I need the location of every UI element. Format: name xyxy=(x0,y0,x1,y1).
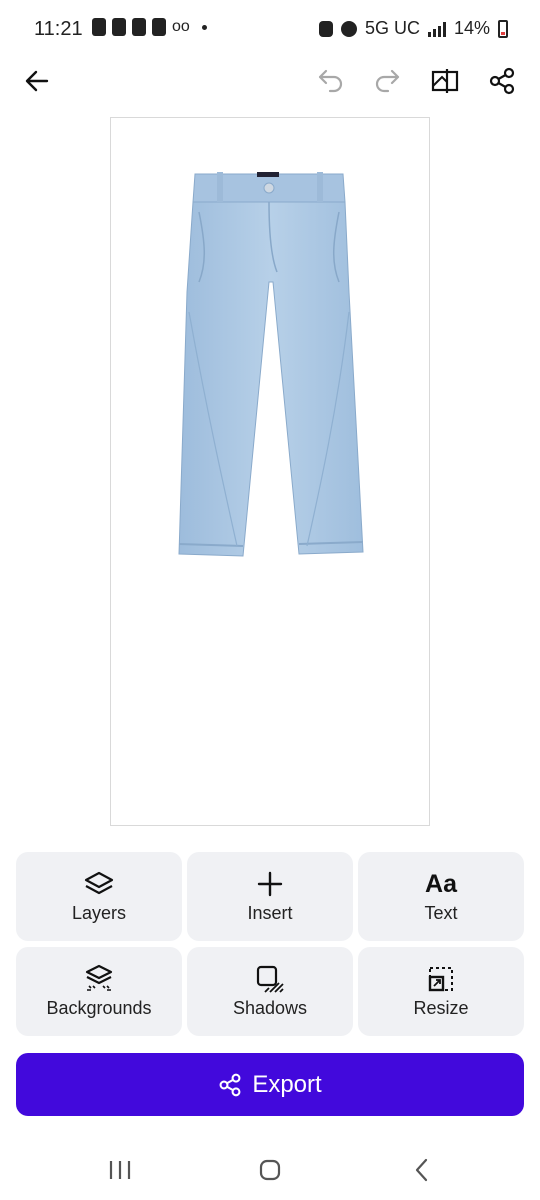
undo-button[interactable] xyxy=(307,55,355,107)
battery-icon xyxy=(498,19,508,38)
alarm-icon xyxy=(340,20,357,37)
arrow-left-icon xyxy=(25,70,49,92)
battery-percent: 14% xyxy=(453,18,490,38)
share-icon xyxy=(489,67,515,95)
status-right: 5G UC 14% xyxy=(318,18,508,39)
share-button[interactable] xyxy=(478,55,526,107)
bag-notification-icon xyxy=(112,18,126,36)
system-back-button[interactable] xyxy=(392,1152,452,1188)
more-notifications-dot xyxy=(201,24,207,30)
tool-grid: Layers Insert Aa Text Backgrounds Shadow… xyxy=(16,852,524,1036)
redo-icon xyxy=(375,69,400,93)
notification-icons: oo xyxy=(92,18,207,36)
compare-button[interactable] xyxy=(421,55,469,107)
redo-button[interactable] xyxy=(363,55,411,107)
text-aa-icon: Aa xyxy=(425,869,457,898)
plus-icon xyxy=(257,871,283,897)
compare-icon xyxy=(431,69,459,93)
alert-notification-icon xyxy=(92,18,106,36)
backgrounds-label: Backgrounds xyxy=(46,998,152,1018)
signal-icon xyxy=(427,21,446,37)
jeans-image[interactable] xyxy=(177,172,365,572)
voicemail-icon: oo xyxy=(172,18,190,35)
export-button[interactable]: Export xyxy=(16,1053,524,1116)
layers-button[interactable]: Layers xyxy=(16,852,182,941)
home-icon xyxy=(259,1159,281,1181)
shadows-icon xyxy=(256,965,284,993)
home-button[interactable] xyxy=(240,1152,300,1188)
chevron-left-icon xyxy=(415,1158,428,1182)
recent-apps-button[interactable] xyxy=(90,1152,150,1188)
text-label: Text xyxy=(424,903,458,923)
resize-icon xyxy=(428,967,453,992)
share-icon xyxy=(219,1073,241,1096)
system-nav-bar xyxy=(0,1140,540,1200)
backgrounds-button[interactable]: Backgrounds xyxy=(16,947,182,1036)
status-bar: 11:21 oo 5G UC 14% xyxy=(0,0,540,60)
recent-apps-icon xyxy=(109,1161,131,1179)
undo-icon xyxy=(318,69,343,93)
sync-icon xyxy=(318,20,333,37)
layers-icon xyxy=(84,871,114,895)
design-canvas[interactable] xyxy=(110,117,430,826)
insert-label: Insert xyxy=(247,903,293,923)
shadows-button[interactable]: Shadows xyxy=(187,947,353,1036)
network-label: 5G UC xyxy=(364,18,420,38)
status-time: 11:21 xyxy=(34,18,83,40)
export-label: Export xyxy=(252,1070,322,1098)
insert-button[interactable]: Insert xyxy=(187,852,353,941)
backgrounds-icon xyxy=(85,964,113,991)
layers-label: Layers xyxy=(71,903,127,923)
resize-button[interactable]: Resize xyxy=(358,947,524,1036)
top-toolbar xyxy=(0,55,540,110)
bag-notification-icon xyxy=(132,18,146,36)
text-button[interactable]: Aa Text xyxy=(358,852,524,941)
back-button[interactable] xyxy=(13,55,61,107)
bag-notification-icon xyxy=(152,18,166,36)
shadows-label: Shadows xyxy=(232,998,308,1018)
resize-label: Resize xyxy=(413,998,469,1018)
